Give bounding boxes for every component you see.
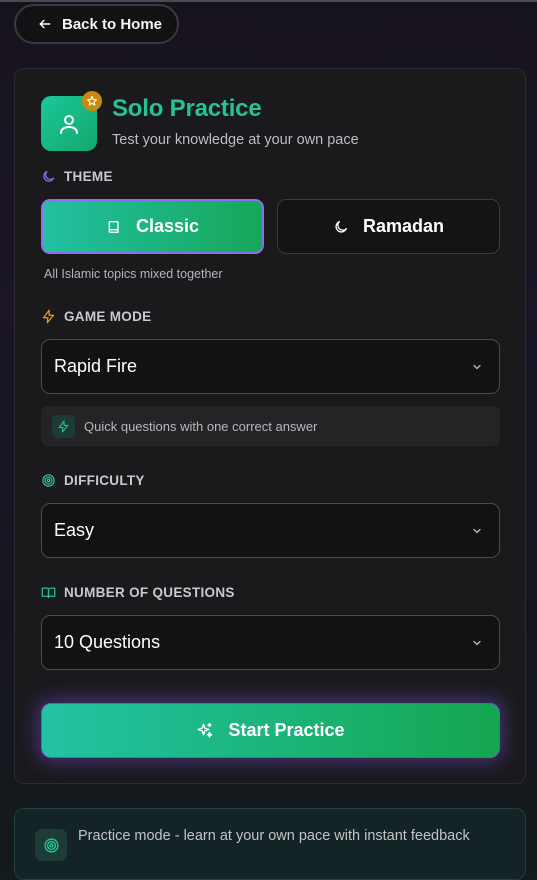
questions-select[interactable]: 10 Questions bbox=[41, 615, 500, 670]
lightning-icon bbox=[58, 420, 69, 432]
target-icon bbox=[42, 474, 55, 487]
star-badge bbox=[82, 91, 102, 111]
start-practice-button[interactable]: Start Practice bbox=[41, 703, 500, 758]
difficulty-select[interactable]: Easy bbox=[41, 503, 500, 558]
moon-icon bbox=[43, 170, 55, 182]
arrow-left-icon bbox=[39, 19, 51, 29]
target-icon bbox=[43, 837, 59, 853]
chevron-down-icon bbox=[473, 528, 481, 533]
game-mode-label-text: GAME MODE bbox=[64, 309, 152, 324]
difficulty-value: Easy bbox=[54, 520, 95, 540]
start-practice-label: Start Practice bbox=[228, 720, 345, 740]
practice-settings-card: Solo Practice Test your knowledge at you… bbox=[14, 68, 526, 784]
book-icon bbox=[108, 220, 119, 233]
star-icon bbox=[86, 95, 98, 106]
sparkles-icon bbox=[198, 722, 213, 738]
game-mode-select[interactable]: Rapid Fire bbox=[41, 339, 500, 394]
page-subtitle: Test your knowledge at your own pace bbox=[112, 132, 359, 148]
lightning-icon bbox=[42, 309, 55, 324]
theme-classic-button[interactable]: Classic bbox=[41, 199, 264, 254]
difficulty-label-text: DIFFICULTY bbox=[64, 473, 145, 488]
chevron-down-icon bbox=[473, 364, 481, 369]
back-to-home-button[interactable]: Back to Home bbox=[14, 4, 179, 44]
theme-classic-label: Classic bbox=[135, 216, 200, 236]
theme-label: THEME bbox=[41, 169, 113, 184]
theme-ramadan-button[interactable]: Ramadan bbox=[277, 199, 500, 254]
back-to-home-label: Back to Home bbox=[62, 15, 163, 33]
game-mode-hint: Quick questions with one correct answer bbox=[41, 406, 500, 446]
theme-label-text: THEME bbox=[64, 169, 113, 184]
game-mode-hint-text: Quick questions with one correct answer bbox=[84, 418, 318, 434]
top-border bbox=[0, 0, 537, 2]
theme-ramadan-label: Ramadan bbox=[362, 216, 445, 236]
practice-info-box: Practice mode - learn at your own pace w… bbox=[14, 808, 526, 880]
questions-label-text: NUMBER OF QUESTIONS bbox=[64, 585, 235, 600]
game-mode-value: Rapid Fire bbox=[54, 356, 138, 376]
chevron-down-icon bbox=[473, 640, 481, 645]
theme-description: All Islamic topics mixed together bbox=[44, 267, 223, 281]
questions-value: 10 Questions bbox=[54, 632, 161, 652]
practice-info-text: Practice mode - learn at your own pace w… bbox=[78, 828, 470, 844]
page-title: Solo Practice bbox=[112, 95, 262, 122]
info-badge bbox=[35, 829, 67, 861]
open-book-icon bbox=[41, 587, 56, 599]
lightning-badge bbox=[52, 414, 75, 438]
difficulty-label: DIFFICULTY bbox=[41, 473, 145, 488]
questions-label: NUMBER OF QUESTIONS bbox=[41, 585, 235, 600]
user-icon bbox=[60, 114, 78, 134]
game-mode-label: GAME MODE bbox=[41, 309, 151, 324]
moon-icon bbox=[335, 220, 347, 233]
